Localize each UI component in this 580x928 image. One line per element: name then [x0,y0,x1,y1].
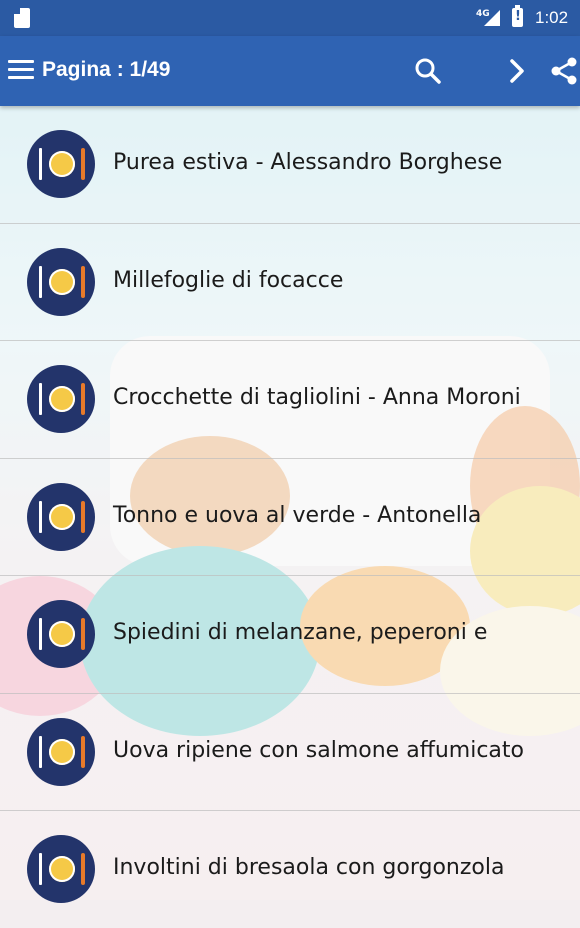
recipe-icon [27,130,95,198]
recipe-title: Crocchette di tagliolini - Anna Moroni [113,385,521,410]
recipe-icon [27,600,95,668]
list-item[interactable]: Purea estiva - Alessandro Borghese [0,106,580,224]
status-time: 1:02 [535,8,569,27]
app-toolbar: Pagina : 1/49 [0,36,580,106]
recipe-title: Spiedini di melanzane, peperoni e [113,620,488,645]
list-item[interactable]: Millefoglie di focacce [0,224,580,341]
sd-card-icon [14,8,30,28]
menu-icon[interactable] [8,60,34,80]
recipe-title: Uova ripiene con salmone affumicato [113,737,524,763]
next-page-icon[interactable] [500,54,534,88]
recipe-icon [27,717,95,786]
recipe-icon [27,247,95,316]
list-item[interactable]: Spiedini di melanzane, peperoni e [0,576,580,694]
page-title: Pagina : 1/49 [42,58,171,81]
recipe-icon [27,482,95,551]
recipe-title: Millefoglie di focacce [113,267,344,293]
recipe-title: Involtini di bresaola con gorgonzola [113,855,505,880]
recipe-title: Tonno e uova al verde - Antonella [113,502,482,528]
search-icon[interactable] [411,54,445,88]
recipe-list: Purea estiva - Alessandro Borghese Mille… [0,106,580,928]
list-item[interactable]: Uova ripiene con salmone affumicato [0,694,580,811]
share-icon[interactable] [548,54,580,88]
list-item[interactable]: Crocchette di tagliolini - Anna Moroni [0,341,580,459]
list-item[interactable]: Tonno e uova al verde - Antonella [0,459,580,576]
status-bar: 4G 1:02 [0,0,580,36]
recipe-icon [27,835,95,903]
recipe-title: Purea estiva - Alessandro Borghese [113,150,503,175]
recipe-icon [27,365,95,433]
list-item[interactable]: Involtini di bresaola con gorgonzola [0,811,580,928]
signal-icon [484,10,500,26]
battery-icon [512,5,523,27]
